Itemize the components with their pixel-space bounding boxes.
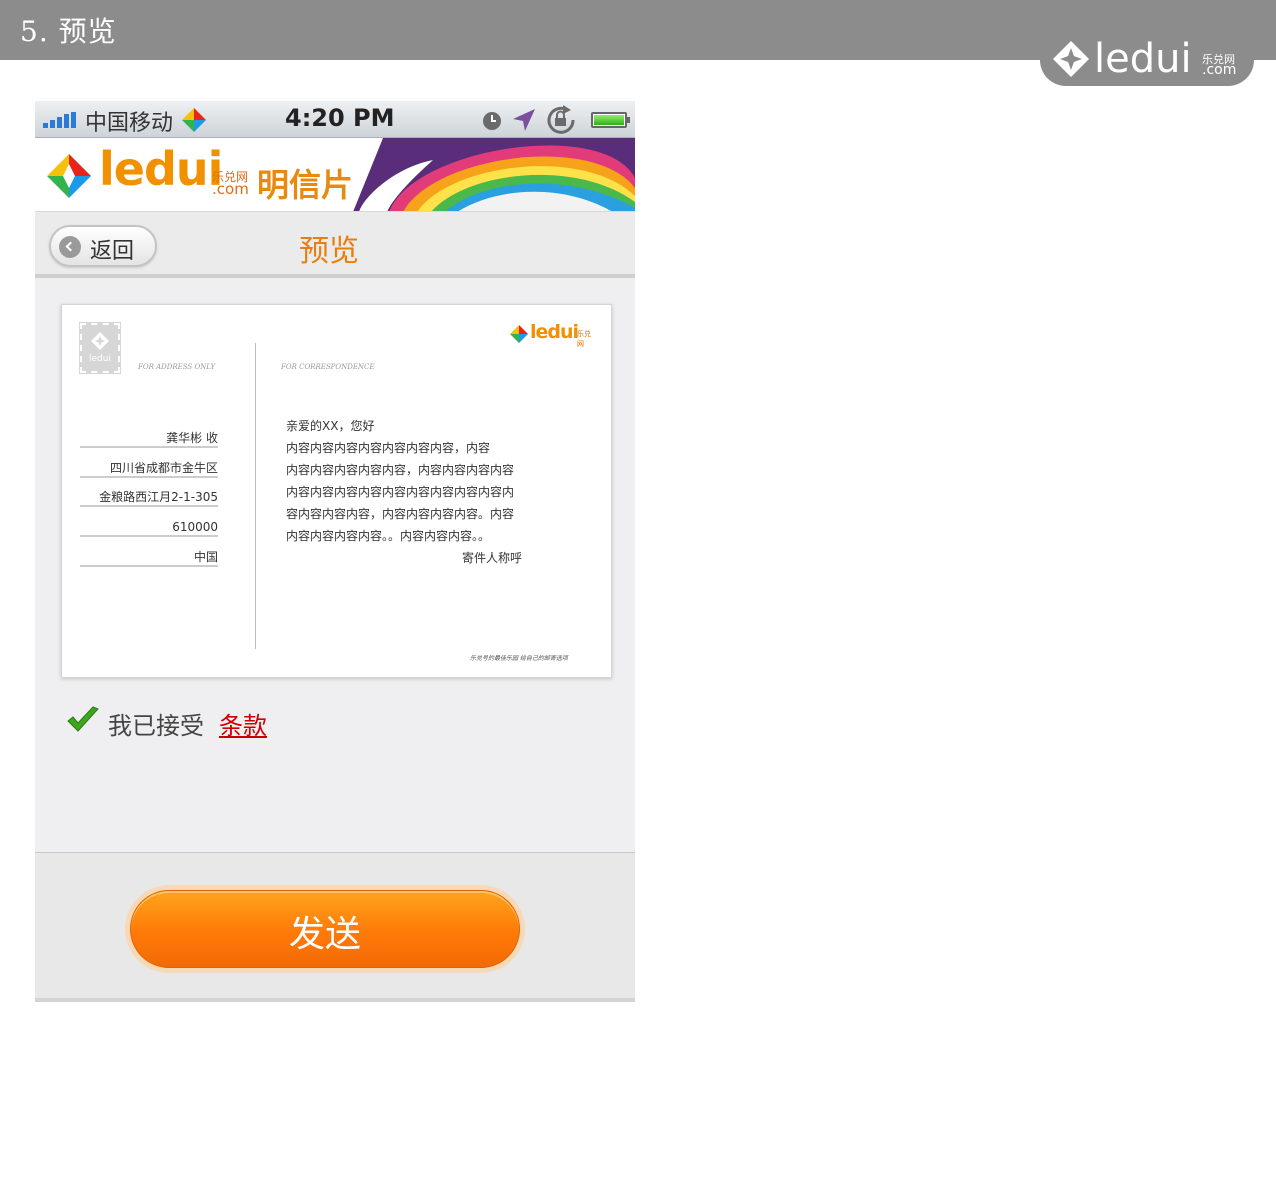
terms-link[interactable]: 条款 [219, 706, 267, 741]
carrier-name: 中国移动 [85, 111, 174, 136]
chevron-left-icon [59, 236, 81, 258]
letter-signature: 寄件人称呼 [462, 551, 523, 565]
brand-word: ledui [1094, 36, 1192, 82]
address-line-country: 中国 [80, 537, 218, 567]
back-button-label: 返回 [90, 239, 135, 264]
letter-line: 内容内容内容内容内容内容内容，内容 [286, 441, 491, 455]
postcard-divider [255, 343, 256, 649]
address-line-street: 金粮路西江月2-1-305 [80, 477, 218, 507]
checkmark-icon[interactable] [66, 706, 100, 734]
ledui-logo-icon [91, 332, 109, 350]
correspondence-caption: FOR CORRESPONDENCE [281, 363, 375, 371]
app-banner: ledui 乐兑网 .com 明信片 [35, 138, 635, 212]
ledui-logo-icon [47, 154, 91, 198]
banner-product: 明信片 [257, 166, 354, 204]
slide-title: 5. 预览 [20, 15, 117, 48]
battery-icon [591, 112, 630, 128]
postcard-logo: ledui 乐兑网 [510, 321, 594, 348]
send-button[interactable]: 发送 [130, 890, 520, 968]
status-bar: 中国移动 4:20 PM [35, 101, 635, 138]
send-button-label: 发送 [288, 914, 361, 955]
send-bar: 发送 [35, 852, 635, 1002]
back-button[interactable]: 返回 [49, 225, 157, 267]
postcard-preview: ledui ledui 乐兑网 FOR ADDRESS ONLY FOR COR… [61, 304, 612, 678]
address-line-postcode: 610000 [80, 507, 218, 537]
brand-com: .com [1202, 62, 1237, 78]
status-time: 4:20 PM [285, 104, 395, 132]
location-arrow-icon [513, 109, 535, 131]
ledui-logo-icon [1053, 41, 1089, 77]
letter-line: 内容内容内容内容内容，内容内容内容内容 [286, 463, 515, 477]
clock-icon [483, 112, 501, 130]
postcard-logo-cn: 乐兑网 [577, 330, 591, 348]
bottom-divider [35, 998, 635, 1002]
signal-bars-icon [43, 112, 79, 128]
letter-line: 内容内容内容内容。。内容内容内容。。 [286, 529, 491, 543]
ledui-logo-icon [510, 325, 528, 343]
address-line-district: 四川省成都市金牛区 [80, 448, 218, 478]
letter-line: 亲爱的XX，您好 [286, 419, 375, 433]
postcard-footer-note: 乐兑号的最佳乐园 给自己的邮寄选项 [470, 655, 568, 662]
stamp-word: ledui [89, 354, 111, 364]
banner-word: ledui [99, 142, 223, 196]
banner-com: .com [212, 180, 249, 198]
address-caption: FOR ADDRESS ONLY [138, 363, 216, 371]
rotation-lock-icon [547, 105, 575, 134]
stamp-placeholder: ledui [79, 322, 121, 374]
terms-accepted-label: 我已接受 [108, 712, 204, 740]
page-title: 预览 [299, 234, 359, 269]
nav-bar: 返回 预览 [35, 212, 635, 278]
letter-line: 内容内容内容内容内容内容内容内容内容内 [286, 485, 515, 499]
brand-badge: ledui 乐兑网 .com [1040, 34, 1254, 86]
letter-line: 容内容内容内容，内容内容内容内容。内容 [286, 507, 515, 521]
rainbow-graphic [353, 138, 635, 211]
carrier-logo-icon [182, 108, 206, 132]
address-line-recipient: 龚华彬 收 [80, 418, 218, 448]
postcard-logo-word: ledui [530, 321, 579, 343]
phone-screen: 中国移动 4:20 PM ledui 乐兑网 .com 明信片 返回 预览 le… [35, 101, 635, 1002]
